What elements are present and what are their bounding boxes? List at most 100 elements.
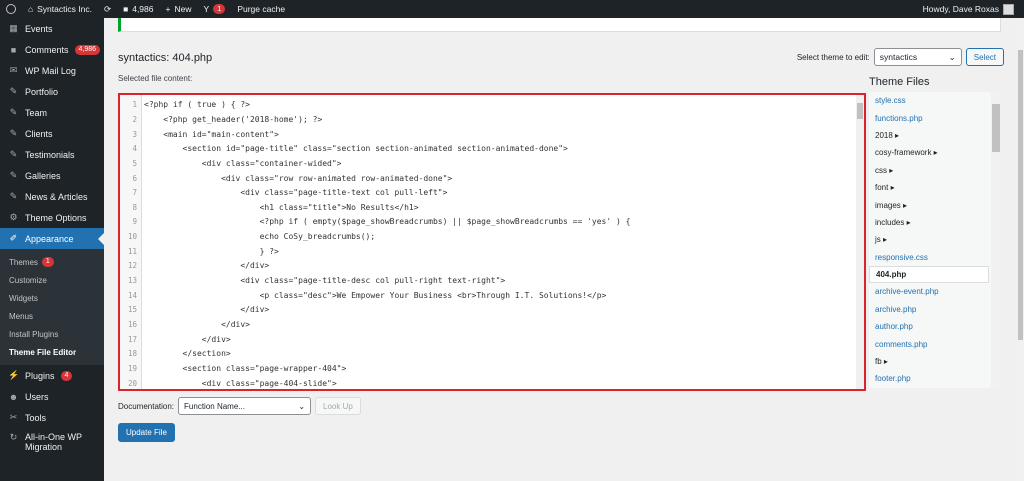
submenu-item-theme-file-editor[interactable]: Theme File Editor [0, 343, 104, 361]
theme-select[interactable]: syntactics ⌄ [873, 48, 962, 66]
sidebar-item-users[interactable]: ☻ Users [0, 386, 104, 407]
folder-item[interactable]: font ▸ [869, 179, 1001, 196]
code-line[interactable]: 6 <div class="row row-animated row-anima… [120, 170, 452, 186]
folder-item[interactable]: js ▸ [869, 231, 1001, 248]
file-item[interactable]: footer.php [869, 370, 1001, 387]
submenu-item-install-plugins[interactable]: Install Plugins [0, 325, 104, 343]
line-number: 4 [132, 144, 137, 154]
sidebar-item-team[interactable]: ✎ Team [0, 102, 104, 123]
file-item[interactable]: archive-event.php [869, 283, 1001, 300]
code-line[interactable]: 1 <?php if ( true ) { ?> [120, 97, 250, 113]
code-line[interactable]: 3 <main id="main-content"> [120, 126, 279, 142]
code-text[interactable]: <div class="page-title-text col pull-lef… [140, 188, 447, 197]
folder-item[interactable]: includes ▸ [869, 214, 1001, 231]
sidebar-item-comments[interactable]: ■ Comments 4,986 [0, 39, 104, 60]
code-text[interactable]: </div> [140, 261, 269, 270]
submenu-item-menus[interactable]: Menus [0, 307, 104, 325]
submenu-item-themes[interactable]: Themes 1 [0, 253, 104, 271]
code-line[interactable]: 5 <div class="container-wided"> [120, 156, 341, 172]
code-text[interactable]: <div class="container-wided"> [140, 159, 342, 168]
code-text[interactable]: <p class="desc">We Empower Your Business… [140, 291, 607, 300]
code-line[interactable]: 12 </div> [120, 258, 269, 274]
code-text[interactable]: <div class="page-404-slide"> [140, 379, 337, 388]
account-menu[interactable]: Howdy, Dave Roxas [923, 3, 1024, 15]
sidebar-item-wp-mail-log[interactable]: ✉ WP Mail Log [0, 60, 104, 81]
updates-button[interactable]: ⟳ [98, 0, 117, 18]
code-line[interactable]: 2 <?php get_header('2018-home'); ?> [120, 112, 322, 128]
code-text[interactable]: <section class="page-wrapper-404"> [140, 364, 347, 373]
submenu-item-customize[interactable]: Customize [0, 271, 104, 289]
code-text[interactable]: </div> [140, 320, 250, 329]
code-line[interactable]: 8 <h1 class="title">No Results</h1> [120, 200, 419, 216]
purge-cache-button[interactable]: Purge cache [231, 0, 291, 18]
submenu-item-widgets[interactable]: Widgets [0, 289, 104, 307]
code-text[interactable]: echo CoSy_breadcrumbs(); [140, 232, 376, 241]
sidebar-item-news-articles[interactable]: ✎ News & Articles [0, 186, 104, 207]
code-line[interactable]: 20 <div class="page-404-slide"> [120, 375, 337, 389]
file-item[interactable]: archive.php [869, 301, 1001, 318]
code-text[interactable]: </div> [140, 335, 231, 344]
sidebar-item-portfolio[interactable]: ✎ Portfolio [0, 81, 104, 102]
code-text[interactable]: <h1 class="title">No Results</h1> [140, 203, 419, 212]
sidebar-item-plugins[interactable]: ⚡ Plugins 4 [0, 365, 104, 386]
sidebar-item-tools[interactable]: ✂ Tools [0, 407, 104, 428]
files-scrollbar[interactable] [991, 92, 1001, 388]
lookup-button[interactable]: Look Up [315, 397, 361, 415]
folder-item[interactable]: css ▸ [869, 162, 1001, 179]
folder-item[interactable]: fb ▸ [869, 353, 1001, 370]
select-button[interactable]: Select [965, 48, 1004, 66]
code-text[interactable]: <?php if ( empty($page_showBreadcrumbs) … [140, 217, 631, 226]
update-file-button[interactable]: Update File [118, 423, 175, 442]
file-item[interactable]: style.css [869, 92, 1001, 109]
code-line[interactable]: 16 </div> [120, 317, 250, 333]
function-name-select[interactable]: Function Name... ⌄ [178, 397, 312, 415]
editor-scrollbar[interactable] [856, 95, 864, 389]
site-name-link[interactable]: ⌂ Syntactics Inc. [22, 0, 98, 18]
sidebar-item-theme-options[interactable]: ⚙ Theme Options [0, 207, 104, 228]
code-line[interactable]: 19 <section class="page-wrapper-404"> [120, 361, 346, 377]
code-text[interactable]: } ?> [140, 247, 279, 256]
code-line[interactable]: 18 </section> [120, 346, 231, 362]
code-text[interactable]: <main id="main-content"> [140, 130, 279, 139]
scrollbar-thumb[interactable] [992, 104, 1000, 152]
code-line[interactable]: 11 } ?> [120, 244, 279, 260]
comments-link[interactable]: ■ 4,986 [117, 0, 159, 18]
code-text[interactable]: <?php get_header('2018-home'); ?> [140, 115, 322, 124]
code-line[interactable]: 13 <div class="page-title-desc col pull-… [120, 273, 505, 289]
new-content-button[interactable]: + New [160, 0, 198, 18]
file-item[interactable]: responsive.css [869, 249, 1001, 266]
file-item[interactable]: functions.php [869, 109, 1001, 126]
code-text[interactable]: <section id="page-title" class="section … [140, 144, 568, 153]
folder-item[interactable]: cosy-framework ▸ [869, 144, 1001, 161]
sidebar-item-events[interactable]: ▦ Events [0, 18, 104, 39]
theme-select-form: Select theme to edit: syntactics ⌄ Selec… [797, 48, 1004, 66]
sidebar-item-appearance[interactable]: ✐ Appearance [0, 228, 104, 249]
code-text[interactable]: </div> [140, 305, 269, 314]
sidebar-item-galleries[interactable]: ✎ Galleries [0, 165, 104, 186]
code-text[interactable]: <div class="page-title-desc col pull-rig… [140, 276, 505, 285]
page-scrollbar[interactable] [1017, 18, 1024, 481]
code-line[interactable]: 14 <p class="desc">We Empower Your Busin… [120, 287, 606, 303]
yoast-seo-button[interactable]: Y1 [197, 0, 231, 18]
code-line[interactable]: 9 <?php if ( empty($page_showBreadcrumbs… [120, 214, 630, 230]
code-text[interactable]: </section> [140, 349, 231, 358]
code-line[interactable]: 4 <section id="page-title" class="sectio… [120, 141, 568, 157]
code-line[interactable]: 7 <div class="page-title-text col pull-l… [120, 185, 447, 201]
code-editor[interactable]: 1 <?php if ( true ) { ?> 2 <?php get_heade… [118, 93, 866, 391]
wordpress-logo-button[interactable] [0, 0, 22, 18]
file-item[interactable]: author.php [869, 318, 1001, 335]
sidebar-item-clients[interactable]: ✎ Clients [0, 123, 104, 144]
code-line[interactable]: 15 </div> [120, 302, 269, 318]
code-text[interactable]: <div class="row row-animated row-animate… [140, 174, 452, 183]
code-line[interactable]: 17 </div> [120, 331, 231, 347]
sidebar-item-all-in-one-wp-migration[interactable]: ↻ All-in-One WP Migration [0, 428, 104, 460]
scrollbar-thumb[interactable] [857, 103, 863, 119]
file-item[interactable]: 404.php [869, 265, 989, 284]
folder-item[interactable]: 2018 ▸ [869, 127, 1001, 144]
folder-item[interactable]: images ▸ [869, 196, 1001, 213]
file-item[interactable]: comments.php [869, 335, 1001, 352]
code-line[interactable]: 10 echo CoSy_breadcrumbs(); [120, 229, 375, 245]
sidebar-item-testimonials[interactable]: ✎ Testimonials [0, 144, 104, 165]
code-text[interactable]: <?php if ( true ) { ?> [140, 100, 250, 109]
scrollbar-thumb[interactable] [1018, 50, 1023, 340]
